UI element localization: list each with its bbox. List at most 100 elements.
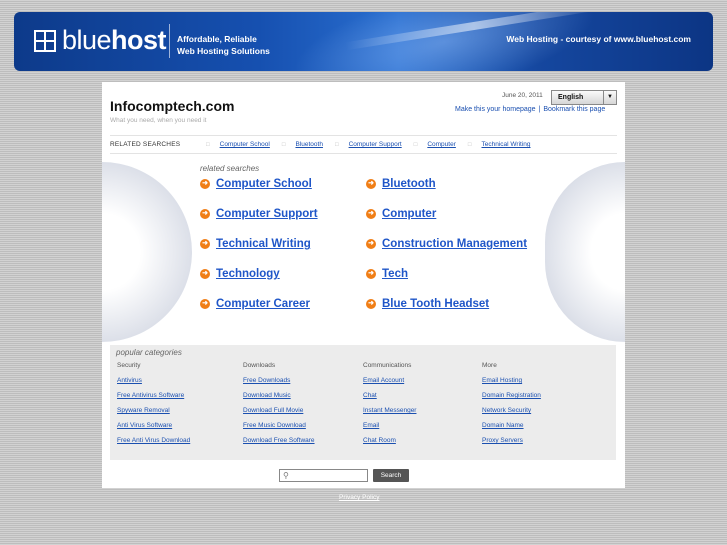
category-link[interactable]: Free Antivirus Software <box>117 392 190 399</box>
related-search-item[interactable]: ➜ Blue Tooth Headset <box>366 298 489 310</box>
category-link[interactable]: Proxy Servers <box>482 437 541 444</box>
related-bar-link[interactable]: Technical Writing <box>482 141 531 148</box>
arrow-circle-icon: ➜ <box>366 269 376 279</box>
related-search-link[interactable]: Technology <box>216 268 280 280</box>
related-bar-link[interactable]: Computer <box>427 141 456 148</box>
related-search-link[interactable]: Computer Support <box>216 208 318 220</box>
date-text: June 20, 2011 <box>502 92 543 99</box>
bookmark-link[interactable]: Bookmark this page <box>543 106 605 113</box>
related-bar-link[interactable]: Bluetooth <box>295 141 322 148</box>
category-link[interactable]: Free Anti Virus Download <box>117 437 190 444</box>
related-bar-link[interactable]: Computer School <box>220 141 270 148</box>
decorative-arc-right <box>545 162 625 342</box>
logo-bold: host <box>111 25 167 55</box>
arrow-circle-icon: ➜ <box>200 299 210 309</box>
category-link[interactable]: Free Music Download <box>243 422 315 429</box>
arrow-circle-icon: ➜ <box>366 299 376 309</box>
related-searches-label: related searches <box>200 164 260 173</box>
category-heading: Security <box>117 362 141 369</box>
bluehost-logo[interactable]: bluehost <box>62 25 167 56</box>
search-button[interactable]: Search <box>373 469 409 482</box>
related-bar-link[interactable]: Computer Support <box>349 141 402 148</box>
category-link[interactable]: Spyware Removal <box>117 407 190 414</box>
category-link[interactable]: Anti Virus Software <box>117 422 190 429</box>
related-search-item[interactable]: ➜ Computer <box>366 208 436 220</box>
category-column-security: Security Antivirus Free Antivirus Softwa… <box>117 362 190 452</box>
related-search-link[interactable]: Technical Writing <box>216 238 311 250</box>
courtesy-text: Web Hosting - courtesy of www.bluehost.c… <box>506 34 691 44</box>
site-subtitle: What you need, when you need it <box>110 117 207 124</box>
category-link[interactable]: Network Security <box>482 407 541 414</box>
arrow-circle-icon: ➜ <box>366 179 376 189</box>
category-heading: More <box>482 362 497 369</box>
related-search-link[interactable]: Bluetooth <box>382 178 436 190</box>
category-link[interactable]: Download Music <box>243 392 315 399</box>
related-search-link[interactable]: Blue Tooth Headset <box>382 298 489 310</box>
bluehost-banner[interactable]: bluehost Affordable, Reliable Web Hostin… <box>14 12 713 71</box>
category-link[interactable]: Chat <box>363 392 416 399</box>
privacy-policy-link[interactable]: Privacy Policy <box>339 494 379 501</box>
arrow-circle-icon: ➜ <box>366 239 376 249</box>
square-bullet-icon: □ <box>467 141 472 148</box>
tagline-line2: Web Hosting Solutions <box>177 46 270 56</box>
related-search-link[interactable]: Computer School <box>216 178 312 190</box>
category-link[interactable]: Download Free Software <box>243 437 315 444</box>
related-searches-bar: RELATED SEARCHES □ Computer School □ Blu… <box>110 135 617 154</box>
category-link[interactable]: Antivirus <box>117 377 190 384</box>
parked-page: Infocomptech.com What you need, when you… <box>102 82 625 488</box>
category-column-communications: Communications Email Account Chat Instan… <box>363 362 416 452</box>
tagline-line1: Affordable, Reliable <box>177 34 257 44</box>
category-link[interactable]: Download Full Movie <box>243 407 315 414</box>
category-link[interactable]: Domain Registration <box>482 392 541 399</box>
category-link[interactable]: Free Downloads <box>243 377 315 384</box>
related-search-link[interactable]: Computer <box>382 208 436 220</box>
bluehost-logo-icon <box>34 30 56 52</box>
related-search-item[interactable]: ➜ Bluetooth <box>366 178 436 190</box>
popular-categories-title: popular categories <box>116 348 182 357</box>
link-separator: | <box>538 106 541 113</box>
language-value: English <box>558 94 584 101</box>
magnifier-icon: ⚲ <box>283 471 289 480</box>
logo-divider <box>169 24 170 58</box>
category-heading: Communications <box>363 362 412 369</box>
site-title: Infocomptech.com <box>110 98 235 114</box>
related-search-item[interactable]: ➜ Computer Career <box>200 298 310 310</box>
related-bar-label: RELATED SEARCHES <box>110 141 181 148</box>
related-search-item[interactable]: ➜ Computer School <box>200 178 312 190</box>
arrow-circle-icon: ➜ <box>200 209 210 219</box>
banner-tagline: Affordable, Reliable Web Hosting Solutio… <box>177 33 270 57</box>
category-link[interactable]: Instant Messenger <box>363 407 416 414</box>
related-search-item[interactable]: ➜ Technology <box>200 268 280 280</box>
top-links: Make this your homepage | Bookmark this pa… <box>455 106 605 113</box>
arrow-circle-icon: ➜ <box>200 239 210 249</box>
square-bullet-icon: □ <box>334 141 339 148</box>
related-search-item[interactable]: ➜ Construction Management <box>366 238 527 250</box>
related-search-link[interactable]: Computer Career <box>216 298 310 310</box>
decorative-arc-left <box>102 162 192 342</box>
related-search-item[interactable]: ➜ Technical Writing <box>200 238 311 250</box>
category-column-downloads: Downloads Free Downloads Download Music … <box>243 362 315 452</box>
logo-regular: blue <box>62 25 112 55</box>
square-bullet-icon: □ <box>281 141 286 148</box>
arrow-circle-icon: ➜ <box>366 209 376 219</box>
category-link[interactable]: Email Hosting <box>482 377 541 384</box>
category-link[interactable]: Domain Name <box>482 422 541 429</box>
language-select[interactable]: English ▼ <box>551 90 617 105</box>
related-search-link[interactable]: Construction Management <box>382 238 527 250</box>
square-bullet-icon: □ <box>206 141 210 148</box>
popular-categories: popular categories Security Antivirus Fr… <box>110 345 616 460</box>
arrow-circle-icon: ➜ <box>200 269 210 279</box>
category-column-more: More Email Hosting Domain Registration N… <box>482 362 541 452</box>
category-link[interactable]: Email Account <box>363 377 416 384</box>
chevron-down-icon[interactable]: ▼ <box>603 91 616 104</box>
category-link[interactable]: Email <box>363 422 416 429</box>
category-heading: Downloads <box>243 362 276 369</box>
search-input[interactable]: ⚲ <box>279 469 368 482</box>
arrow-circle-icon: ➜ <box>200 179 210 189</box>
square-bullet-icon: □ <box>413 141 418 148</box>
related-search-item[interactable]: ➜ Tech <box>366 268 408 280</box>
make-homepage-link[interactable]: Make this your homepage <box>455 106 536 113</box>
related-search-item[interactable]: ➜ Computer Support <box>200 208 318 220</box>
category-link[interactable]: Chat Room <box>363 437 416 444</box>
related-search-link[interactable]: Tech <box>382 268 408 280</box>
